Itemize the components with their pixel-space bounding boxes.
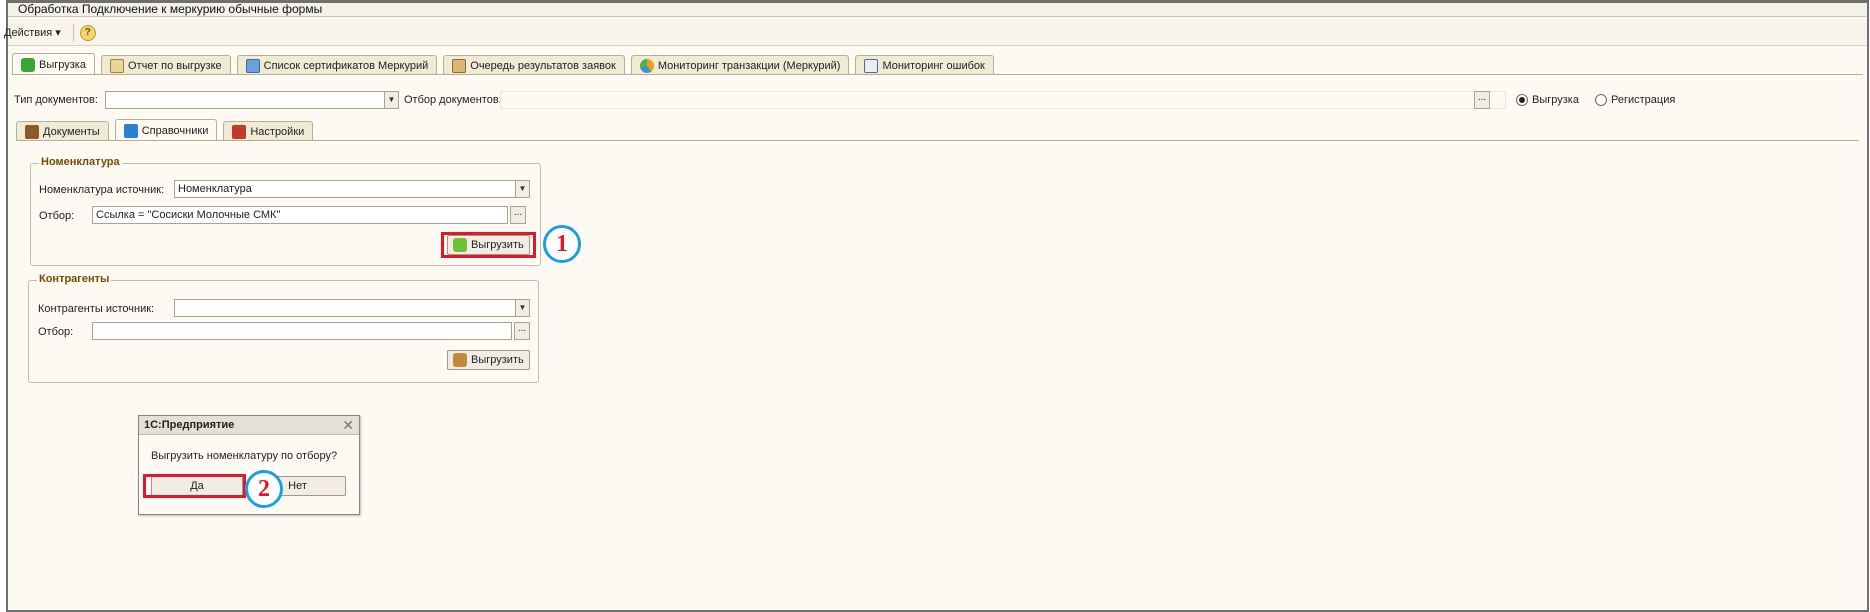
directory-icon <box>123 123 138 138</box>
tab-upload-report[interactable]: Отчет по выгрузке <box>100 55 231 75</box>
upload-icon <box>21 57 35 72</box>
contractors-icon <box>453 353 467 367</box>
report-icon <box>109 58 124 73</box>
tab-documents[interactable]: Документы <box>16 121 109 141</box>
radio-register[interactable]: Регистрация <box>1595 94 1675 106</box>
window-title: Обработка Подключение к меркурию обычные… <box>8 3 1867 17</box>
chevron-down-icon[interactable]: ▼ <box>515 300 529 316</box>
dialog-message: Выгрузить номенклатуру по отбору? <box>151 450 338 462</box>
contractors-filter-select-button[interactable]: ... <box>514 322 530 340</box>
contractors-filter-field[interactable] <box>92 322 512 340</box>
settings-icon <box>232 124 247 139</box>
nomenclature-filter-label: Отбор: <box>39 210 75 222</box>
actions-menu[interactable]: Действия ▾ <box>4 26 67 39</box>
tab-request-queue[interactable]: Очередь результатов заявок <box>443 55 625 75</box>
tab-error-monitoring[interactable]: Мониторинг ошибок <box>855 55 994 75</box>
monitor-icon <box>864 58 879 73</box>
menu-separator <box>72 23 74 42</box>
close-icon[interactable]: ✕ <box>342 416 354 435</box>
highlight-yes-button <box>143 474 246 498</box>
radio-selected-icon <box>1516 94 1528 106</box>
callout-step-2: 2 <box>245 470 283 508</box>
radio-unselected-icon <box>1595 94 1607 106</box>
tab-divider <box>12 74 1863 75</box>
help-icon[interactable]: ? <box>79 24 96 41</box>
certificate-list-icon <box>245 58 260 73</box>
tab-upload[interactable]: Выгрузка <box>12 53 95 75</box>
contractors-upload-button[interactable]: Выгрузить <box>447 350 530 370</box>
contractors-source-label: Контрагенты источник: <box>38 303 155 315</box>
doc-type-select[interactable]: ▼ <box>105 91 399 109</box>
nomenclature-filter-field[interactable]: Ссылка = "Сосиски Молочные СМК" <box>92 206 508 224</box>
main-window: Обработка Подключение к меркурию обычные… <box>4 0 1869 612</box>
contractors-title: Контрагенты <box>37 273 112 285</box>
dialog-title: 1С:Предприятие ✕ <box>139 416 359 435</box>
tab-settings[interactable]: Настройки <box>223 121 314 141</box>
contractors-filter-label: Отбор: <box>38 326 74 338</box>
chevron-down-icon[interactable]: ▼ <box>515 181 529 197</box>
nomenclature-source-select[interactable]: Номенклатура ▼ <box>174 180 530 198</box>
nomenclature-filter-select-button[interactable]: ... <box>510 206 526 224</box>
contractors-source-select[interactable]: ▼ <box>174 299 530 317</box>
main-tabs: Выгрузка Отчет по выгрузке Список сертиф… <box>12 53 1000 75</box>
menu-bar: Действия ▾ ? <box>4 20 1867 46</box>
subtab-divider <box>16 140 1859 141</box>
nomenclature-source-label: Номенклатура источник: <box>39 184 165 196</box>
doc-filter-select-button[interactable]: ... <box>1474 91 1490 109</box>
queue-icon <box>452 58 467 73</box>
doc-filter-label: Отбор документов: <box>404 94 502 106</box>
contractors-group: Контрагенты Контрагенты источник: ▼ Отбо… <box>28 273 539 383</box>
nomenclature-title: Номенклатура <box>39 156 122 168</box>
callout-step-1: 1 <box>543 225 581 263</box>
highlight-upload-button <box>441 232 536 258</box>
briefcase-icon <box>25 124 39 139</box>
sub-tabs: Документы Справочники Настройки <box>16 119 319 141</box>
tab-certificate-list[interactable]: Список сертификатов Меркурий <box>236 55 438 75</box>
tab-directories[interactable]: Справочники <box>114 119 218 141</box>
doc-filter-field[interactable] <box>500 91 1506 109</box>
pie-chart-icon <box>639 58 654 73</box>
chevron-down-icon[interactable]: ▼ <box>384 92 398 108</box>
doc-type-label: Тип документов: <box>14 94 98 106</box>
radio-upload[interactable]: Выгрузка <box>1516 94 1579 106</box>
tab-transaction-monitoring[interactable]: Мониторинг транзакции (Меркурий) <box>630 55 850 75</box>
